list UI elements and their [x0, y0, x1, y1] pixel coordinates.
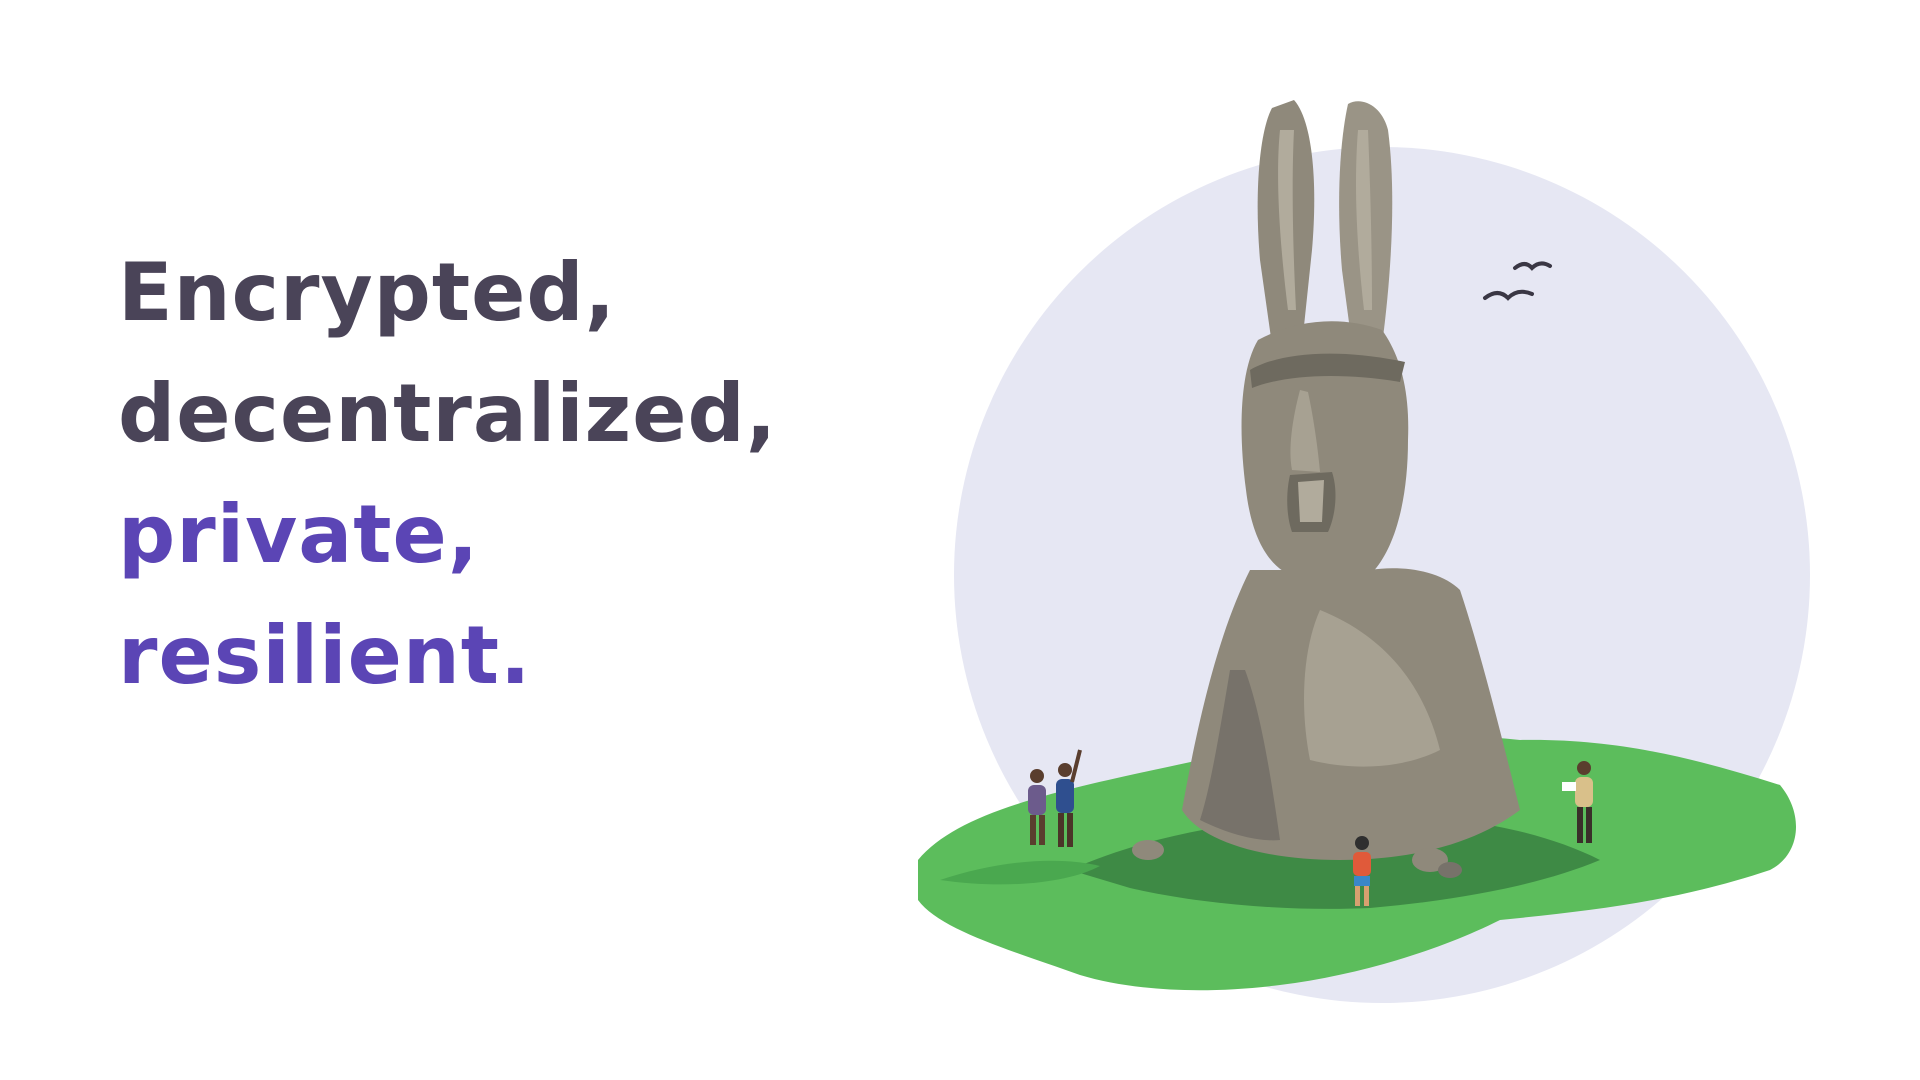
headline-line-encrypted: Encrypted,: [118, 246, 617, 339]
headline-line-decentralized: decentralized,: [118, 367, 778, 460]
hero-slide: Encrypted, decentralized, private, resil…: [0, 0, 1920, 1080]
headline-line-private: private,: [118, 488, 480, 581]
headline-line-resilient: resilient.: [118, 609, 532, 702]
statue-illustration: [918, 100, 1810, 1003]
headline: Encrypted, decentralized, private, resil…: [118, 232, 777, 716]
